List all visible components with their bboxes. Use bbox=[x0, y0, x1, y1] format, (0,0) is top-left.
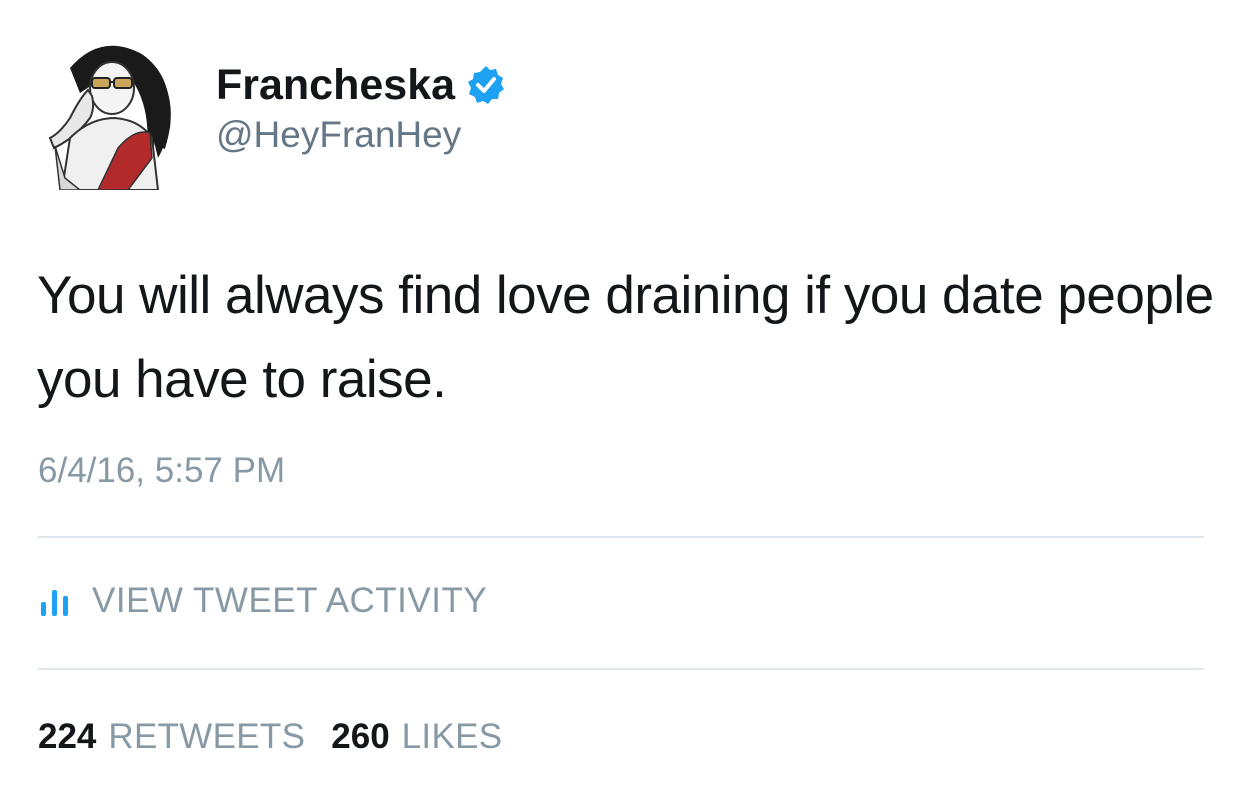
tweet-stats: 224 RETWEETS 260 LIKES bbox=[38, 714, 528, 760]
avatar[interactable] bbox=[40, 38, 180, 191]
avatar-illustration bbox=[48, 45, 171, 191]
likes-count[interactable]: 260 bbox=[331, 717, 389, 757]
view-tweet-activity-button[interactable]: VIEW TWEET ACTIVITY bbox=[38, 578, 487, 624]
tweet-timestamp[interactable]: 6/4/16, 5:57 PM bbox=[38, 449, 285, 493]
verified-badge-icon bbox=[468, 66, 505, 104]
retweets-label[interactable]: RETWEETS bbox=[108, 717, 305, 757]
author-handle[interactable]: @HeyFranHey bbox=[216, 112, 461, 158]
author-name-row[interactable]: Francheska bbox=[216, 60, 507, 110]
tweet-text: You will always find love draining if yo… bbox=[37, 266, 1214, 409]
divider bbox=[38, 536, 1204, 538]
view-tweet-activity-label: VIEW TWEET ACTIVITY bbox=[92, 581, 488, 620]
author-display-name[interactable]: Francheska bbox=[216, 60, 455, 110]
divider bbox=[38, 668, 1204, 670]
bar-chart-icon bbox=[41, 590, 68, 616]
likes-label[interactable]: LIKES bbox=[402, 717, 503, 757]
retweets-count[interactable]: 224 bbox=[38, 717, 96, 757]
